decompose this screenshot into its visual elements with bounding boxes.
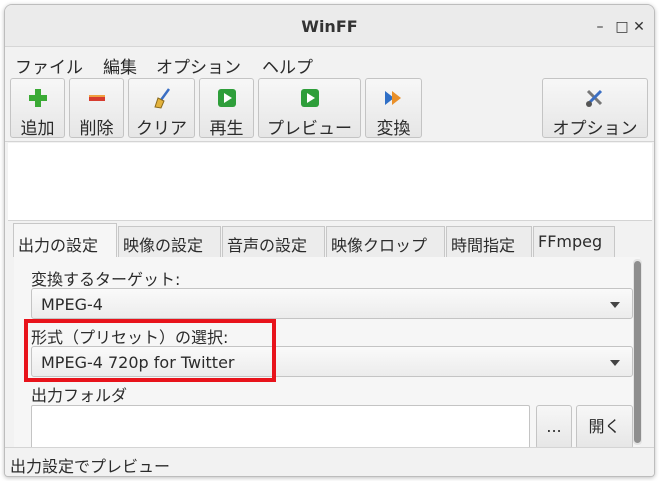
tools-icon xyxy=(586,89,603,107)
menu-options[interactable]: オプション xyxy=(156,53,241,78)
preview-button-label: プレビュー xyxy=(267,119,352,139)
add-button[interactable]: 追加 xyxy=(10,78,65,139)
add-button-label: 追加 xyxy=(20,119,55,139)
chevron-down-icon xyxy=(610,302,620,308)
red-highlight-box xyxy=(24,319,276,382)
preview-button[interactable]: プレビュー xyxy=(258,78,361,139)
status-text: 出力設定でプレビュー xyxy=(10,457,171,476)
panel-scrollbar[interactable] xyxy=(633,259,642,445)
tab-video-crop[interactable]: 映像クロップ xyxy=(326,226,445,257)
options-button[interactable]: オプション xyxy=(542,78,648,139)
window-title: WinFF xyxy=(301,17,358,36)
output-folder-input[interactable] xyxy=(31,405,530,449)
tab-ffmpeg[interactable]: FFmpeg xyxy=(533,226,615,257)
status-bar: 出力設定でプレビュー xyxy=(5,447,654,476)
plus-icon xyxy=(28,89,47,107)
play-icon xyxy=(217,89,236,107)
play-icon xyxy=(300,89,319,107)
winff-window: WinFF – □ ✕ ファイル 編集 オプション ヘルプ 追加 削除 クリア … xyxy=(4,4,655,477)
broom-icon xyxy=(153,88,170,109)
menu-edit[interactable]: 編集 xyxy=(103,53,137,78)
tab-time-range[interactable]: 時間指定 xyxy=(446,226,532,257)
target-select[interactable]: MPEG-4 xyxy=(31,288,633,319)
clear-button-label: クリア xyxy=(136,119,187,139)
menu-file[interactable]: ファイル xyxy=(15,53,83,78)
tab-output-settings[interactable]: 出力の設定 xyxy=(13,223,117,257)
output-folder-label: 出力フォルダ xyxy=(31,386,128,405)
double-arrow-icon xyxy=(384,91,401,105)
browse-button[interactable]: ... xyxy=(536,405,572,449)
menu-bar: ファイル 編集 オプション ヘルプ xyxy=(5,48,654,78)
clear-button[interactable]: クリア xyxy=(128,78,195,139)
title-bar: WinFF – □ ✕ xyxy=(5,5,654,47)
minimize-icon[interactable]: – xyxy=(591,18,609,36)
tab-audio-settings[interactable]: 音声の設定 xyxy=(222,226,325,257)
convert-button-label: 変換 xyxy=(376,119,411,139)
minus-icon xyxy=(88,95,105,101)
open-folder-button[interactable]: 開く xyxy=(576,405,633,449)
play-button-label: 再生 xyxy=(209,119,244,139)
chevron-down-icon xyxy=(610,360,620,366)
file-list[interactable] xyxy=(8,143,652,221)
menu-help[interactable]: ヘルプ xyxy=(262,53,313,78)
convert-button[interactable]: 変換 xyxy=(365,78,422,139)
tab-video-settings[interactable]: 映像の設定 xyxy=(118,226,221,257)
play-button[interactable]: 再生 xyxy=(199,78,254,139)
delete-button[interactable]: 削除 xyxy=(69,78,124,139)
delete-button-label: 削除 xyxy=(79,119,114,139)
settings-tabs: 出力の設定 映像の設定 音声の設定 映像クロップ 時間指定 FFmpeg xyxy=(8,223,652,257)
close-icon[interactable]: ✕ xyxy=(630,18,648,36)
toolbar: 追加 削除 クリア 再生 プレビュー 変換 オプション xyxy=(5,76,654,142)
options-button-label: オプション xyxy=(552,119,638,139)
scrollbar-thumb[interactable] xyxy=(634,261,641,443)
target-select-value: MPEG-4 xyxy=(41,295,103,314)
target-label: 変換するターゲット: xyxy=(31,270,181,289)
output-settings-panel: 変換するターゲット: MPEG-4 形式（プリセット）の選択: MPEG-4 7… xyxy=(14,257,640,449)
maximize-icon[interactable]: □ xyxy=(613,18,631,36)
